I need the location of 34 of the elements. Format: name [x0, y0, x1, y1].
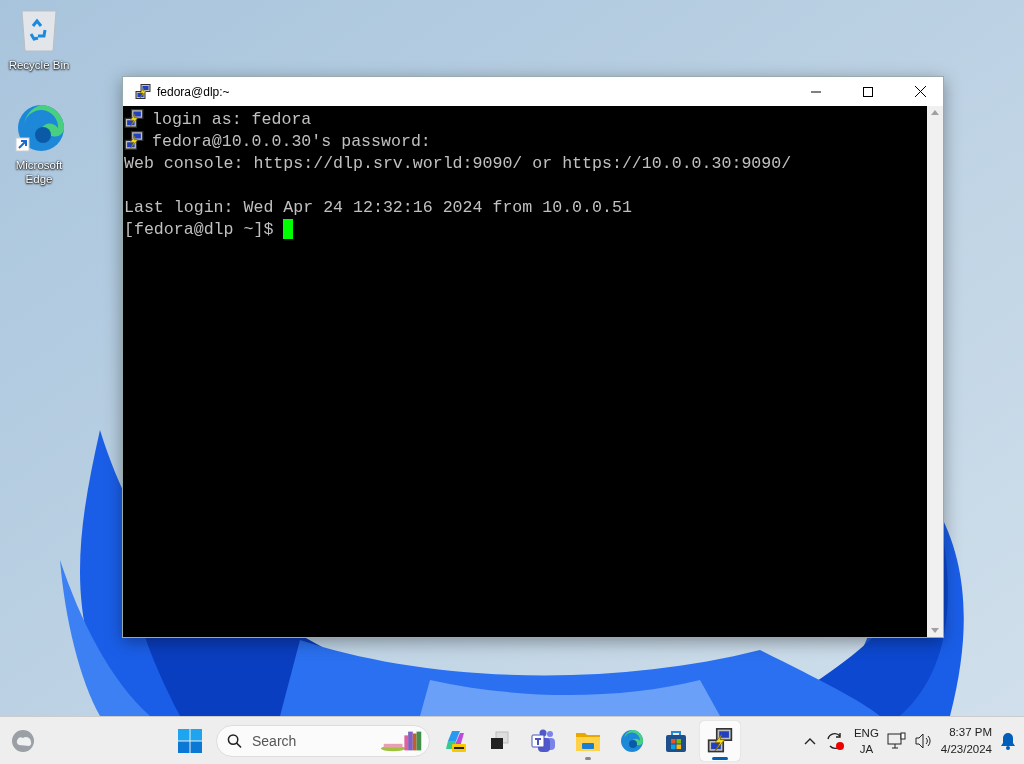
computers-icon [124, 109, 144, 129]
browser-icon [620, 728, 644, 753]
computers-icon [124, 131, 144, 151]
window-title: fedora@dlp:~ [157, 84, 231, 99]
recycle-bin-icon[interactable] [19, 8, 59, 54]
speaker-icon[interactable] [914, 731, 933, 750]
network-icon[interactable] [886, 730, 907, 751]
windows-logo-icon [178, 728, 202, 753]
bell-icon[interactable] [1000, 731, 1016, 750]
language-indicator[interactable]: ENG JA [853, 724, 879, 757]
copilot-icon [444, 728, 468, 753]
maximize-icon [863, 86, 873, 97]
store-bag-icon [664, 728, 688, 753]
terminal-screen[interactable]: login as: fedora fedora@10.0.0.30's password: Web console: https://dlp.srv.world:9090/ or https://10.0.0.30:9090/ Last login: Wed Apr 24 12:32:16 2024 from 10.0.0.51 [fedora@dlp ~]$ [123, 106, 927, 637]
browser-shortcut-icon[interactable] [14, 104, 64, 154]
desktop-icon-label: Microsoft Edge [15, 158, 63, 186]
search-bar[interactable]: Search [216, 724, 430, 757]
terminal-line: fedora@10.0.0.30's password: [152, 131, 431, 151]
taskbar-app-button[interactable] [700, 720, 740, 761]
text-cursor [283, 219, 294, 239]
terminal-line: Web console: https://dlp.srv.world:9090/ or https://10.0.0.30:9090/ [124, 153, 792, 173]
chat-app-icon [531, 728, 557, 753]
computers-icon [707, 727, 733, 754]
terminal-line: Last login: Wed Apr 24 12:32:16 2024 from 10.0.0.51 [124, 197, 632, 217]
clock[interactable]: 8:37 PM 4/23/2024 [940, 723, 992, 758]
chevron-up-icon[interactable] [803, 736, 816, 745]
search-icon [227, 732, 242, 749]
search-field[interactable]: Search [250, 731, 372, 750]
terminal-line: login as: fedora [152, 109, 312, 129]
task-view-icon [489, 729, 511, 752]
terminal-prompt: [fedora@dlp ~]$ [124, 219, 274, 239]
computers-icon [135, 83, 151, 100]
close-icon [914, 86, 926, 97]
desktop-icon-label: Recycle Bin [8, 58, 70, 72]
